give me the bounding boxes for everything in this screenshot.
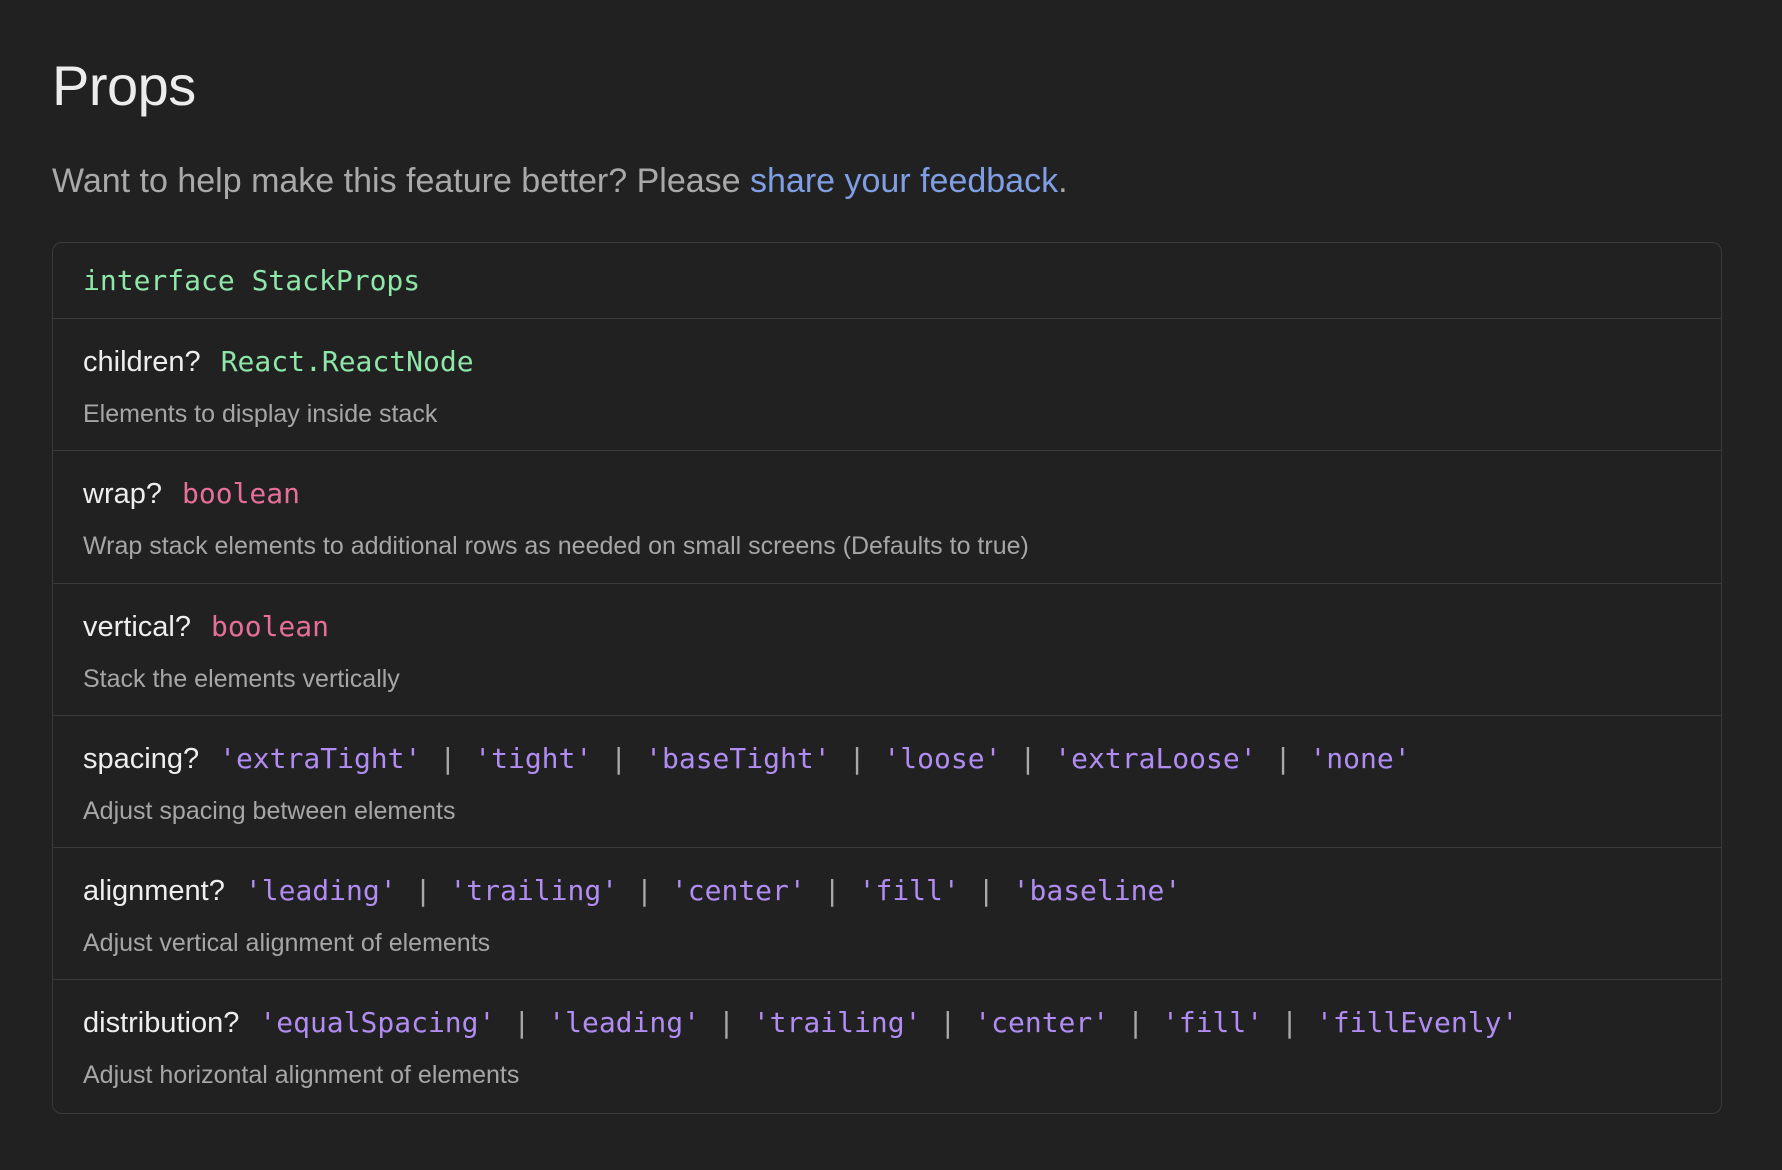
type-separator: | — [1019, 741, 1037, 775]
prop-description: Elements to display inside stack — [83, 400, 438, 428]
type-separator: | — [1274, 741, 1292, 775]
type-separator: | — [610, 741, 628, 775]
interface-header: interface StackProps — [53, 243, 1721, 319]
prop-type: 'leading' — [548, 1006, 700, 1040]
prop-type: 'trailing' — [449, 874, 619, 908]
type-separator: | — [636, 874, 653, 908]
prop-signature: wrap? boolean — [83, 477, 1721, 521]
prop-name: alignment? — [83, 875, 225, 908]
type-separator: | — [1127, 1006, 1144, 1040]
prop-signature: children? React.ReactNode — [83, 345, 1721, 389]
prop-type: 'fill' — [1161, 1006, 1264, 1040]
prop-type: 'loose' — [883, 741, 1002, 775]
prop-signature: vertical? boolean — [83, 610, 1721, 654]
type-separator: | — [414, 874, 432, 908]
prop-row: spacing? 'extraTight' | 'tight' | 'baseTight'… — [53, 716, 1721, 849]
prop-name: spacing? — [83, 742, 200, 775]
prop-description: Adjust horizontal alignment of elements — [83, 1061, 520, 1090]
prop-type: 'tight' — [474, 741, 593, 775]
type-separator: | — [439, 741, 457, 775]
prop-description: Adjust spacing between elements — [83, 796, 456, 825]
prop-list: children? React.ReactNode Elements to disp… — [53, 319, 1721, 1113]
prop-signature: spacing? 'extraTight' | 'tight' | 'baseTight'… — [83, 742, 1721, 786]
prop-signature: alignment? 'leading' | 'trailing' | 'center' |… — [83, 874, 1721, 918]
type-separator: | — [823, 874, 841, 908]
prop-type: 'center' — [670, 874, 806, 908]
type-separator: | — [939, 1006, 957, 1040]
prop-type: 'equalSpacing' — [259, 1006, 496, 1040]
prop-name: distribution? — [83, 1007, 240, 1040]
prop-type: 'baseline' — [1012, 874, 1182, 908]
prop-type: 'baseTight' — [645, 741, 831, 775]
type-separator: | — [1281, 1006, 1298, 1040]
prop-row: children? React.ReactNode Elements to disp… — [53, 319, 1721, 452]
prop-type: boolean — [211, 609, 330, 643]
prop-type: React.ReactNode — [220, 345, 474, 378]
prop-type: 'leading' — [244, 874, 397, 908]
prop-row: alignment? 'leading' | 'trailing' | 'center' |… — [53, 848, 1721, 981]
prop-name: wrap? — [83, 478, 162, 511]
prop-description: Stack the elements vertically — [83, 664, 400, 693]
prop-type: 'trailing' — [752, 1006, 922, 1040]
prop-type: boolean — [182, 477, 301, 511]
page-title: Props — [52, 54, 196, 117]
feedback-intro: Want to help make this feature better? P… — [52, 158, 1068, 204]
type-separator: | — [513, 1006, 531, 1040]
prop-type: 'none' — [1309, 741, 1411, 775]
prop-name: vertical? — [83, 610, 191, 643]
prop-type: 'center' — [974, 1006, 1110, 1040]
prop-row: vertical? boolean Stack the elements verti… — [53, 584, 1721, 716]
type-separator: | — [717, 1006, 735, 1040]
prop-row: distribution? 'equalSpacing' | 'leading' | 't… — [53, 980, 1721, 1112]
prop-description: Adjust vertical alignment of elements — [83, 929, 491, 958]
type-separator: | — [977, 874, 995, 908]
intro-suffix: . — [1058, 162, 1068, 200]
type-separator: | — [848, 741, 866, 775]
prop-type: 'fillEvenly' — [1316, 1006, 1519, 1040]
props-table: interface StackProps children? React.Reac… — [52, 242, 1722, 1114]
prop-type: 'fill' — [858, 874, 960, 908]
prop-name: children? — [83, 346, 201, 378]
prop-signature: distribution? 'equalSpacing' | 'leading' | 't… — [83, 1006, 1721, 1050]
prop-type: 'extraLoose' — [1054, 741, 1257, 775]
prop-description: Wrap stack elements to additional rows a… — [83, 532, 1029, 561]
intro-text: Want to help make this feature better? P… — [52, 162, 751, 200]
share-feedback-link[interactable]: share your feedback — [750, 162, 1058, 200]
prop-type: 'extraTight' — [219, 741, 422, 775]
prop-row: wrap? boolean Wrap stack elements to addit… — [53, 451, 1721, 584]
